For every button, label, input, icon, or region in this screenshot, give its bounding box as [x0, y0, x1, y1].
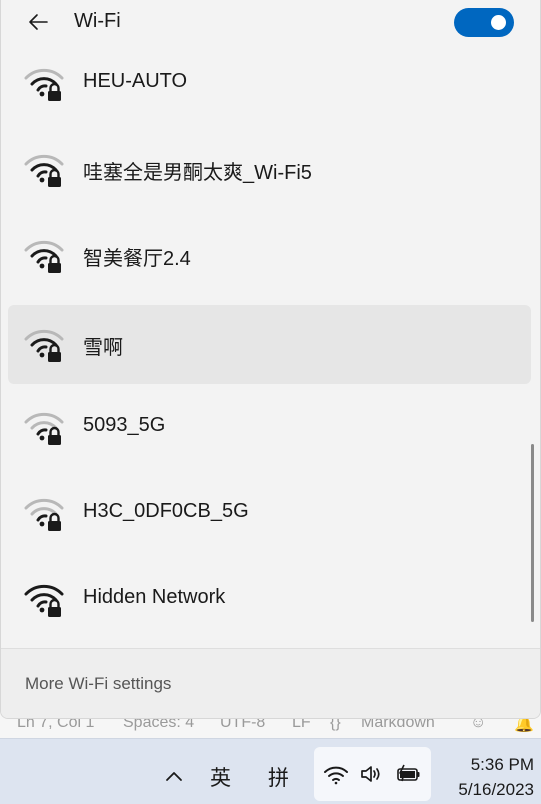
flyout-footer: More Wi-Fi settings — [1, 648, 540, 718]
wifi-secured-icon — [24, 498, 64, 531]
volume-icon — [361, 766, 380, 782]
network-list: HEU-AUTO 哇塞全是男酮太爽_Wi-Fi5 智美餐厅2.4 雪啊 5093… — [1, 44, 540, 644]
network-item[interactable]: HEU-AUTO — [8, 44, 531, 123]
network-name: HEU-AUTO — [83, 70, 188, 92]
more-wifi-settings-link[interactable]: More Wi-Fi settings — [25, 674, 171, 694]
back-button[interactable] — [23, 8, 53, 36]
date: 5/16/2023 — [458, 780, 534, 799]
wifi-secured-icon — [24, 412, 64, 445]
wifi-flyout: Wi-Fi HEU-AUTO 哇塞全是男酮太爽_Wi-Fi5 智美餐厅2.4 雪… — [0, 0, 541, 719]
scrollbar[interactable] — [531, 444, 534, 622]
flyout-header: Wi-Fi — [1, 0, 540, 44]
network-item[interactable]: 雪啊 — [8, 305, 531, 384]
toggle-knob — [491, 15, 506, 30]
network-name: Hidden Network — [83, 586, 226, 608]
network-name: H3C_0DF0CB_5G — [83, 500, 249, 522]
wifi-toggle[interactable] — [454, 8, 514, 37]
wifi-icon — [324, 766, 348, 785]
quick-settings-tray[interactable] — [314, 747, 431, 801]
wifi-secured-icon — [24, 154, 64, 187]
network-item[interactable]: Hidden Network — [8, 560, 531, 639]
clock[interactable]: 5:36 PM 5/16/2023 — [438, 752, 534, 802]
network-name: 哇塞全是男酮太爽_Wi-Fi5 — [83, 162, 312, 184]
network-name: 雪啊 — [83, 337, 123, 359]
chevron-up-icon[interactable] — [164, 766, 184, 786]
battery-charging-icon — [397, 764, 420, 782]
network-item[interactable]: 5093_5G — [8, 388, 531, 467]
time: 5:36 PM — [470, 755, 534, 774]
network-item[interactable]: H3C_0DF0CB_5G — [8, 474, 531, 553]
network-name: 5093_5G — [83, 414, 166, 436]
wifi-secured-icon — [24, 329, 64, 362]
ime-mode-indicator[interactable]: 拼 — [268, 762, 289, 792]
arrow-left-icon — [29, 14, 48, 30]
wifi-secured-icon — [24, 240, 64, 273]
wifi-secured-icon — [24, 584, 64, 617]
page-title: Wi-Fi — [74, 10, 121, 32]
ime-language-indicator[interactable]: 英 — [210, 762, 231, 792]
network-item[interactable]: 智美餐厅2.4 — [8, 216, 531, 295]
network-item[interactable]: 哇塞全是男酮太爽_Wi-Fi5 — [8, 130, 531, 209]
network-name: 智美餐厅2.4 — [83, 248, 191, 270]
wifi-secured-icon — [24, 68, 64, 101]
